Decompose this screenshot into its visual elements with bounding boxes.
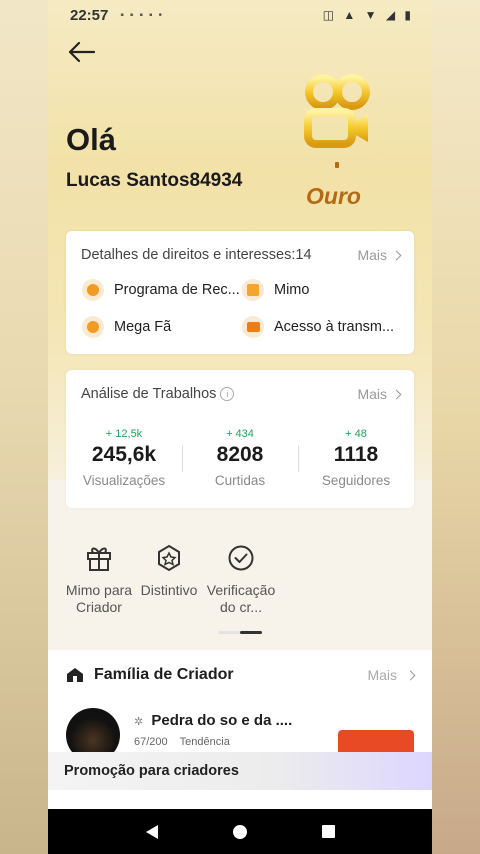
left-background-panel (0, 0, 48, 854)
rights-card-header[interactable]: Detalhes de direitos e interesses:14 Mai… (81, 247, 402, 263)
gift-icon (87, 547, 111, 571)
creator-family-title: Família de Criador (94, 666, 234, 683)
rights-item-program[interactable]: Programa de Rec... (82, 279, 240, 301)
stat-label: Seguidores (321, 473, 391, 488)
rights-item-live-access[interactable]: Acesso à transm... (242, 316, 394, 338)
creator-family-header[interactable]: Família de Criador Mais (66, 666, 416, 684)
gift-box-icon (242, 279, 264, 301)
tier-separator (335, 162, 339, 168)
tool-label: Distintivo (140, 582, 198, 598)
family-group-name[interactable]: ✲ Pedra do so e da .... (134, 712, 292, 729)
stat-value: 1118 (333, 443, 379, 466)
status-time: 22:57 (70, 6, 109, 24)
rights-item-mega-fan[interactable]: Mega Fã (82, 316, 171, 338)
stat-likes[interactable]: + 434 8208 Curtidas (182, 428, 298, 488)
tools-scroll-indicator (218, 631, 262, 634)
promo-label: Promoção para criadores (64, 763, 239, 779)
stat-followers[interactable]: + 48 1118 Seguidores (298, 428, 414, 488)
coin-icon (82, 279, 104, 301)
family-house-icon (67, 668, 83, 682)
verified-check-icon (228, 545, 254, 571)
back-arrow-icon[interactable] (66, 40, 96, 64)
stat-value: 8208 (216, 443, 264, 466)
info-icon[interactable]: i (220, 387, 235, 401)
right-background-panel (432, 0, 480, 854)
rights-card: Detalhes de direitos e interesses:14 Mai… (66, 231, 414, 354)
phone-screen: 22:57 ▪▪▪▪• ◫ ▲ ▼ ◢ ▮ Olá Lucas Santos84… (48, 0, 432, 854)
rights-more-label: Mais (357, 247, 387, 263)
tool-creator-verification[interactable]: Verificação do cr... (206, 544, 276, 616)
greeting: Olá (66, 122, 116, 157)
stat-views[interactable]: + 12,5k 245,6k Visualizações (66, 428, 182, 488)
rights-more-link[interactable]: Mais (357, 247, 402, 263)
rights-item-label: Programa de Rec... (114, 282, 240, 298)
rights-item-label: Mega Fã (114, 319, 172, 335)
nav-home-icon[interactable] (232, 824, 247, 839)
gear-icon: ✲ (134, 716, 144, 728)
tier-label: Ouro (306, 183, 361, 209)
tool-badge[interactable]: Distintivo (134, 544, 204, 599)
system-navigation-bar (48, 809, 432, 854)
rights-card-title: Detalhes de direitos e interesses:14 (81, 247, 312, 263)
username: Lucas Santos84934 (66, 170, 243, 191)
works-analysis-header[interactable]: Análise de Trabalhos i Mais (81, 386, 402, 402)
creator-promotion-banner[interactable]: Promoção para criadores (48, 752, 432, 790)
family-more-link[interactable]: Mais (367, 667, 416, 683)
rights-item-label: Acesso à transm... (274, 319, 395, 335)
chevron-right-icon (391, 389, 402, 399)
works-more-label: Mais (357, 386, 387, 402)
stat-label: Visualizações (82, 473, 166, 488)
badge-icon (158, 544, 180, 572)
live-camera-icon (242, 316, 264, 338)
nav-back-icon[interactable] (145, 824, 158, 839)
family-trend-tag: Tendência (179, 736, 230, 748)
stat-label: Curtidas (214, 473, 266, 488)
tool-creator-gift[interactable]: Mimo para Criador (64, 544, 134, 616)
notification-icons: ▪▪▪▪• (120, 9, 169, 21)
family-members-count: 67/200 (134, 736, 168, 748)
tool-label: Mimo para Criador (65, 582, 133, 615)
stat-delta: + 434 (226, 428, 254, 440)
stat-value: 245,6k (91, 443, 157, 466)
stat-delta: + 12,5k (105, 428, 143, 440)
family-group-label: Pedra do so e da .... (151, 712, 293, 729)
nav-recents-icon[interactable] (321, 825, 335, 838)
works-more-link[interactable]: Mais (357, 386, 402, 402)
chevron-right-icon (405, 670, 416, 680)
tool-label: Verificação do cr... (206, 582, 276, 615)
works-analysis-card: Análise de Trabalhos i Mais + 12,5k 245,… (66, 370, 414, 508)
rights-item-label: Mimo (274, 282, 310, 298)
chevron-right-icon (391, 250, 402, 260)
fan-icon (82, 316, 104, 338)
works-analysis-title: Análise de Trabalhos (81, 386, 217, 402)
creator-tools: Mimo para Criador Distintivo Verificação… (48, 528, 432, 648)
family-more-label: Mais (367, 667, 397, 683)
gold-level-badge-icon[interactable] (300, 72, 372, 152)
system-icons: ◫ ▲ ▼ ◢ ▮ (322, 8, 414, 22)
family-meta: 67/200 Tendência (134, 736, 230, 748)
status-bar: 22:57 ▪▪▪▪• ◫ ▲ ▼ ◢ ▮ (48, 0, 432, 30)
stat-delta: + 48 (345, 428, 367, 440)
rights-item-gift[interactable]: Mimo (242, 279, 309, 301)
